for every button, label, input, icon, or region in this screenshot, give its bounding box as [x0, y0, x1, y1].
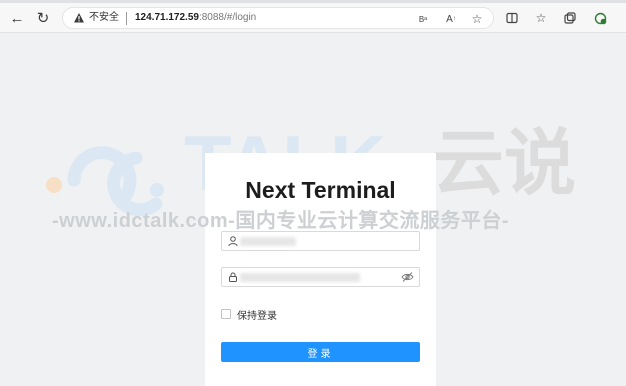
remember-me[interactable]: 保持登录	[221, 307, 277, 322]
login-button[interactable]: 登录	[221, 342, 420, 362]
remember-label[interactable]: 保持登录	[237, 307, 277, 322]
login-card: Next Terminal 保持登录 登录	[205, 153, 436, 386]
extension-icon[interactable]	[591, 10, 609, 26]
remember-checkbox[interactable]	[221, 309, 231, 319]
address-divider	[126, 12, 127, 25]
security-status[interactable]: 不安全	[89, 12, 119, 24]
user-icon	[228, 236, 238, 247]
password-field[interactable]	[221, 267, 420, 287]
eye-invisible-icon[interactable]	[401, 271, 414, 283]
url-host: 124.71.172.59	[135, 12, 199, 23]
url-path: :8088/#/login	[198, 12, 257, 23]
address-bar[interactable]: 不安全 124.71.172.59:8088/#/login Bᵃ A ↑ ☆	[62, 7, 494, 29]
refresh-icon[interactable]: ↻	[32, 7, 54, 29]
watermark-subtitle: -www.idctalk.com-国内专业云计算交流服务平台-	[52, 210, 510, 232]
text-size-icon[interactable]: A ↑	[443, 11, 459, 27]
page-title: Next Terminal	[245, 177, 396, 203]
login-page: TALK 云说 Next Terminal	[0, 34, 626, 386]
back-icon[interactable]: ←	[6, 7, 28, 29]
browser-toolbar: ← ↻ 不安全 124.71.172.59:8088/#/login Bᵃ A ↑…	[0, 3, 626, 33]
username-value-redacted	[240, 237, 296, 246]
username-field[interactable]	[221, 231, 420, 251]
password-value-redacted	[240, 273, 360, 282]
warning-icon	[74, 13, 84, 23]
lock-icon	[229, 272, 237, 282]
url-text[interactable]: 124.71.172.59:8088/#/login	[135, 12, 256, 24]
favorite-star-icon[interactable]: ☆	[469, 11, 485, 27]
favorites-icon[interactable]: ☆	[532, 10, 550, 26]
split-screen-icon[interactable]	[503, 10, 521, 26]
collections-icon[interactable]	[561, 10, 579, 26]
watermark-logo-cn: 云说	[432, 121, 576, 205]
read-aloud-icon[interactable]: Bᵃ	[415, 11, 431, 27]
